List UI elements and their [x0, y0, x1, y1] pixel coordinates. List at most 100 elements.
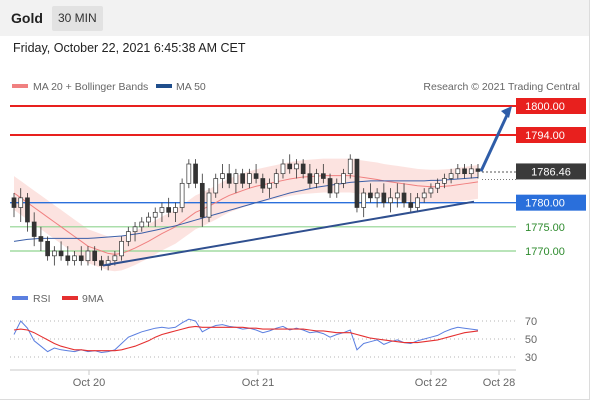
rsi-level-label: 50 — [525, 334, 537, 346]
bullish-candle-body — [421, 192, 427, 199]
bearish-candle-body — [45, 240, 50, 257]
bullish-candle-body — [213, 178, 219, 194]
bearish-candle-body — [253, 173, 259, 179]
candle — [25, 193, 30, 232]
ma50-legend-swatch — [156, 84, 172, 88]
bullish-candle-body — [314, 173, 319, 184]
bullish-candle-body — [112, 255, 118, 262]
bearish-candle-body — [38, 236, 44, 242]
resistance-label: 1800.00 — [525, 101, 565, 113]
support-label: 1770.00 — [525, 246, 565, 258]
bearish-candle-body — [260, 178, 266, 189]
bullish-candle-body — [206, 192, 212, 218]
ma50-legend-label: MA 50 — [176, 81, 206, 93]
rsi-level-label: 70 — [525, 316, 537, 328]
rsi-ma-legend-swatch — [62, 296, 78, 300]
candle — [354, 158, 360, 213]
bearish-candle-body — [240, 173, 245, 184]
last-price-label: 1786.46 — [531, 166, 571, 178]
bullish-candle-body — [119, 240, 124, 257]
bullish-candle-body — [267, 182, 272, 189]
bearish-candle-body — [462, 168, 467, 175]
rsi-line — [13, 318, 479, 354]
bullish-candle-body — [132, 226, 138, 233]
bearish-candle-body — [78, 255, 84, 262]
bullish-candle-body — [179, 182, 185, 208]
ma20-legend-swatch — [12, 84, 28, 88]
rsi-legend-label: RSI — [33, 293, 51, 305]
candle — [186, 159, 192, 189]
bullish-candle-body — [139, 221, 145, 228]
support-label: 1775.00 — [525, 222, 565, 234]
bearish-candle-body — [368, 192, 373, 199]
bullish-candle-body — [85, 250, 91, 262]
bearish-candle-body — [300, 163, 306, 175]
bullish-candle-body — [72, 255, 77, 262]
price-labels: 1800.00 1794.00 1786.46 1780.00 1775.00 1770.… — [516, 98, 586, 258]
bearish-candle-body — [58, 250, 64, 257]
bullish-candle-body — [468, 168, 474, 175]
bullish-candle-body — [220, 173, 225, 179]
bullish-candle-body — [347, 158, 353, 175]
candle — [38, 226, 44, 251]
bearish-candle-body — [307, 173, 313, 184]
bullish-candle-body — [394, 192, 400, 199]
bullish-candle-body — [173, 207, 178, 213]
bearish-candle-body — [193, 163, 198, 184]
bearish-candle-body — [381, 192, 387, 204]
candle — [45, 236, 50, 261]
bearish-candle-body — [65, 255, 71, 262]
bearish-candle-body — [92, 250, 98, 262]
bearish-candle-body — [199, 182, 205, 218]
bullish-candle-body — [247, 173, 252, 184]
bullish-candle-body — [334, 182, 340, 194]
bullish-candle-body — [186, 163, 192, 184]
bullish-candle-body — [388, 197, 393, 204]
bullish-candle-body — [152, 211, 158, 218]
bullish-candle-body — [273, 173, 279, 184]
credit-text: Research © 2021 Trading Central — [423, 81, 580, 93]
bearish-candle-body — [25, 197, 30, 223]
bearish-candle-body — [11, 197, 17, 208]
x-tick-label: Oct 20 — [73, 377, 105, 389]
rsi-level-label: 30 — [525, 352, 537, 364]
ma20-legend-label: MA 20 + Bollinger Bands — [33, 81, 148, 93]
bullish-candle-body — [341, 173, 346, 184]
bullish-candle-body — [361, 192, 367, 208]
candle — [206, 188, 212, 222]
bullish-candle-body — [442, 178, 447, 184]
bearish-candle-body — [31, 221, 37, 237]
bearish-candle-body — [226, 173, 232, 184]
bearish-candle-body — [166, 207, 172, 213]
resistance-label: 1794.00 — [525, 130, 565, 142]
bollinger-bands — [14, 158, 478, 272]
projection-arrow-shaft — [479, 112, 510, 172]
bullish-candle-body — [125, 231, 131, 242]
bullish-candle-body — [415, 197, 420, 208]
bearish-candle-body — [401, 192, 407, 204]
bearish-candle-body — [408, 202, 414, 208]
bearish-candle-body — [354, 158, 360, 208]
rsi-legend-swatch — [12, 296, 28, 300]
pivot-label: 1780.00 — [525, 198, 565, 210]
x-tick-label: Oct 22 — [415, 377, 447, 389]
x-tick-label: Oct 28 — [483, 377, 515, 389]
bullish-candle-body — [159, 207, 165, 213]
bearish-candle-body — [287, 163, 293, 170]
bollinger-band-fill — [14, 158, 478, 272]
bullish-candle-body — [428, 187, 434, 194]
bullish-candle-body — [448, 173, 454, 179]
bullish-candle-body — [146, 216, 151, 223]
bearish-candle-body — [99, 260, 104, 266]
bullish-candle-body — [18, 197, 24, 208]
bullish-candle-body — [233, 173, 239, 184]
bearish-candle-body — [475, 168, 481, 172]
bullish-candle-body — [374, 192, 380, 199]
bullish-candle-body — [280, 163, 286, 175]
bullish-candle-body — [294, 163, 299, 170]
bearish-candle-body — [320, 173, 326, 179]
bullish-candle-body — [52, 250, 57, 257]
rsi-ma-legend-label: 9MA — [82, 293, 104, 305]
candle — [193, 159, 198, 189]
candle — [52, 246, 57, 266]
